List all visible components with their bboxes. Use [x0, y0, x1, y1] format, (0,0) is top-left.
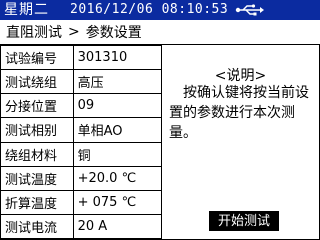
table-row[interactable]: 测试电流 20 A — [0, 213, 163, 240]
param-label: 分接位置 — [0, 93, 74, 119]
status-bar: 星期二 2016/12/06 08:10:53 — [0, 0, 320, 20]
breadcrumb-separator: > — [68, 24, 80, 40]
info-title: <说明> — [214, 68, 267, 84]
param-label: 试验编号 — [0, 44, 74, 71]
param-value[interactable]: 20 A — [72, 213, 163, 240]
table-row[interactable]: 测试绕组 高压 — [0, 69, 163, 95]
table-row[interactable]: 测试相别 单相AO — [0, 117, 163, 143]
breadcrumb: 直阻测试 > 参数设置 — [0, 20, 320, 45]
param-value[interactable]: 单相AO — [72, 117, 163, 143]
param-label: 测试绕组 — [0, 69, 74, 95]
screen: 星期二 2016/12/06 08:10:53 直阻测试 > 参数设置 试验编号… — [0, 0, 320, 240]
table-row[interactable]: 分接位置 09 — [0, 93, 163, 119]
param-value[interactable]: 高压 — [72, 69, 163, 95]
info-panel: <说明> 按确认键将按当前设置的参数进行本次测量。 — [163, 45, 318, 235]
param-value[interactable]: +20.0 ℃ — [72, 165, 163, 191]
param-value[interactable]: 铜 — [72, 141, 163, 167]
param-label: 测试相别 — [0, 117, 74, 143]
param-label: 绕组材料 — [0, 141, 74, 167]
datetime: 2016/12/06 08:10:53 — [70, 2, 229, 17]
table-row[interactable]: 测试温度 +20.0 ℃ — [0, 165, 163, 191]
param-value[interactable]: 301310 — [72, 44, 163, 71]
weekday: 星期二 — [4, 2, 49, 18]
param-label: 折算温度 — [0, 189, 74, 215]
table-row[interactable]: 试验编号 301310 — [0, 44, 163, 71]
table-row[interactable]: 折算温度 + 075 ℃ — [0, 189, 163, 215]
param-label: 测试电流 — [0, 213, 74, 240]
breadcrumb-parent[interactable]: 直阻测试 — [6, 22, 62, 42]
param-label: 测试温度 — [0, 165, 74, 191]
table-row[interactable]: 绕组材料 铜 — [0, 141, 163, 167]
parameter-table: 试验编号 301310 测试绕组 高压 分接位置 09 测试相别 单相AO 绕组… — [0, 44, 163, 240]
info-text: 按确认键将按当前设置的参数进行本次测量。 — [169, 85, 309, 141]
param-value[interactable]: 09 — [72, 93, 163, 119]
breadcrumb-current: 参数设置 — [85, 25, 142, 41]
start-test-button[interactable]: 开始测试 — [209, 211, 279, 231]
usb-icon — [236, 4, 265, 16]
param-value[interactable]: + 075 ℃ — [72, 189, 163, 215]
